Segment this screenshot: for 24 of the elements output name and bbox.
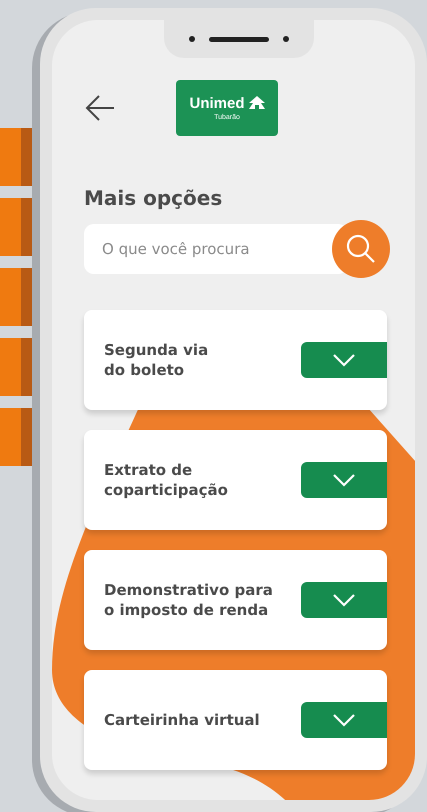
expand-button[interactable] — [301, 702, 387, 738]
search-icon — [346, 234, 376, 264]
option-title: Extrato de coparticipação — [104, 460, 228, 500]
camera-dot — [189, 36, 195, 42]
option-title: Segunda via do boleto — [104, 340, 208, 380]
option-card[interactable]: Demonstrativo para o imposto de renda — [84, 550, 387, 650]
page-title: Mais opções — [84, 186, 224, 210]
option-card[interactable]: Extrato de coparticipação — [84, 430, 387, 530]
option-card[interactable]: Segunda via do boleto — [84, 310, 387, 410]
option-title: Carteirinha virtual — [104, 710, 260, 730]
speaker-slot — [209, 36, 269, 42]
sensor-dot — [283, 36, 289, 42]
expand-button[interactable] — [301, 582, 387, 618]
chevron-icon — [332, 473, 356, 487]
expand-button[interactable] — [301, 462, 387, 498]
option-title: Demonstrativo para o imposto de renda — [104, 580, 273, 620]
chevron-icon — [332, 713, 356, 727]
logo-name: Unimed — [189, 96, 244, 110]
tree-icon — [248, 96, 264, 110]
chevron-icon — [332, 353, 356, 367]
back-arrow-icon[interactable] — [84, 94, 116, 122]
chevron-icon — [332, 593, 356, 607]
option-card[interactable]: Carteirinha virtual — [84, 670, 387, 770]
expand-button[interactable] — [301, 342, 387, 378]
